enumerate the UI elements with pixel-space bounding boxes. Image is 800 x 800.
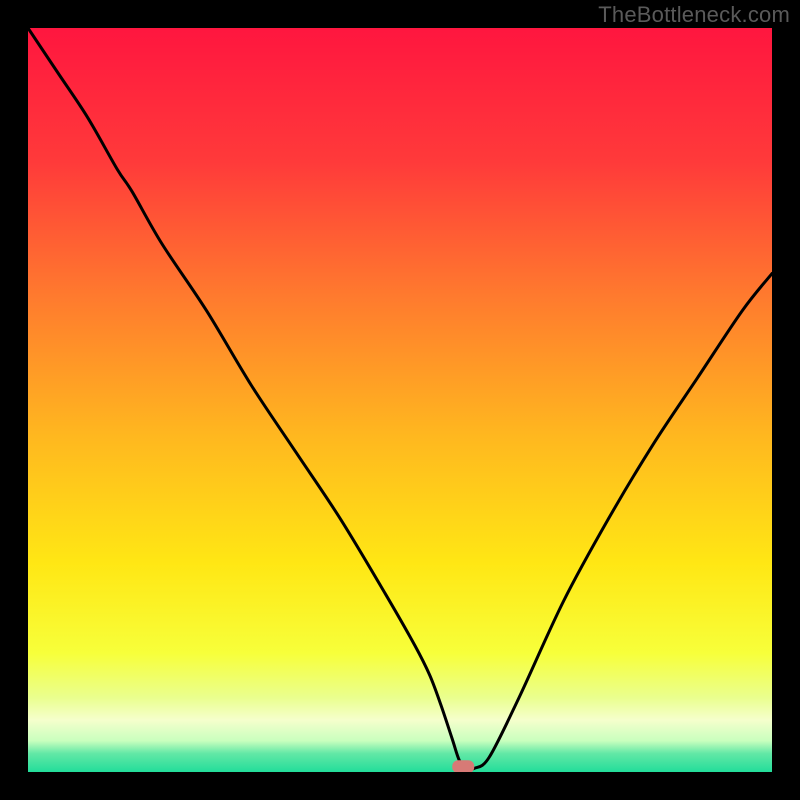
watermark-text: TheBottleneck.com xyxy=(598,2,790,28)
chart-stage: TheBottleneck.com xyxy=(0,0,800,800)
bottleneck-chart xyxy=(28,28,772,772)
optimum-marker xyxy=(452,760,474,772)
gradient-background xyxy=(28,28,772,772)
plot-area xyxy=(28,28,772,772)
